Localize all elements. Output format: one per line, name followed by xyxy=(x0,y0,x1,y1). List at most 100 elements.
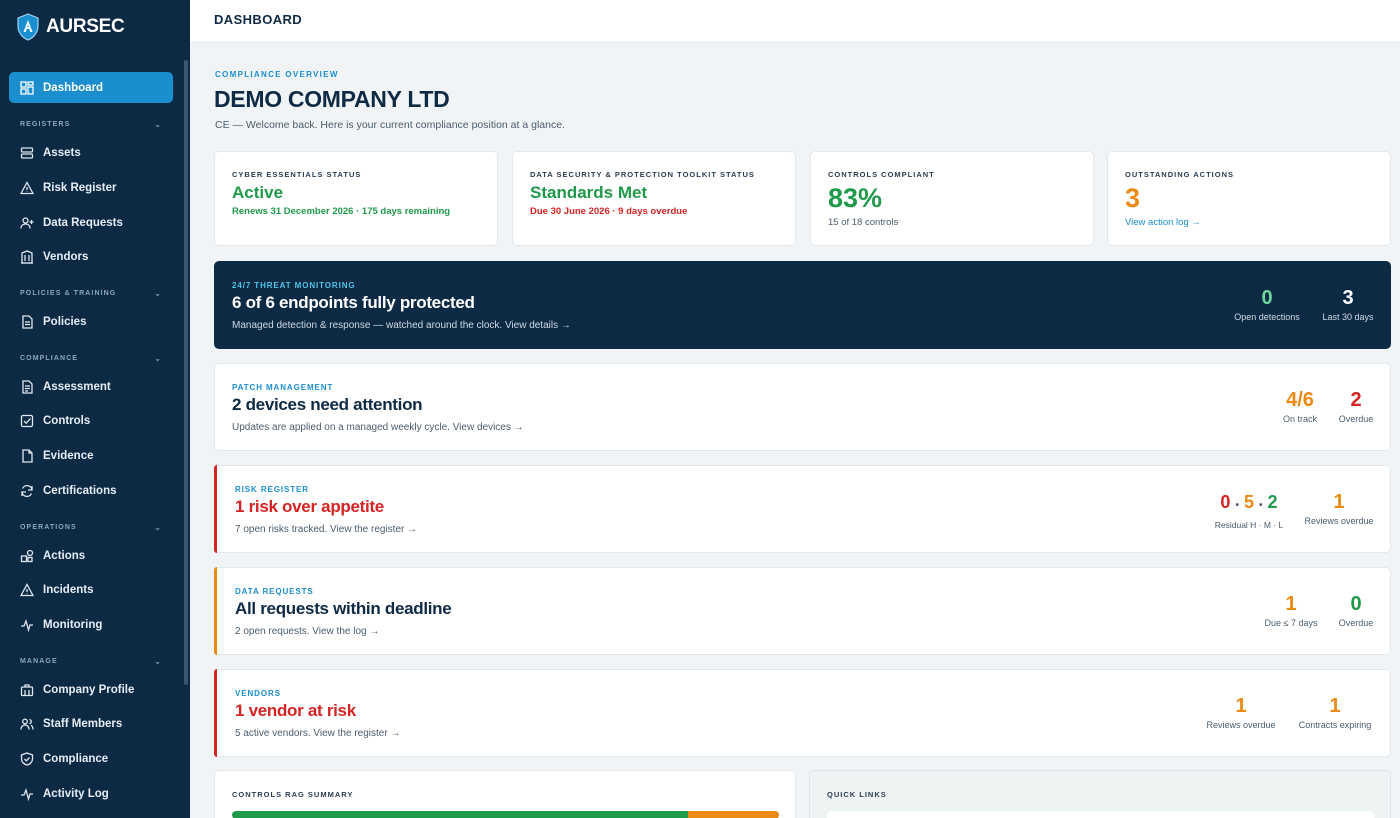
card-label: DATA SECURITY & PROTECTION TOOLKIT STATU… xyxy=(530,170,755,179)
stat-reviews-overdue: 1 Reviews overdue xyxy=(1301,491,1377,526)
sidebar-item-risk-register[interactable]: Risk Register xyxy=(9,172,173,203)
section-policies[interactable]: POLICIES & TRAINING ⌄ xyxy=(20,289,162,298)
threat-monitoring-panel[interactable]: 24/7 THREAT MONITORING 6 of 6 endpoints … xyxy=(214,261,1391,349)
accent-bar xyxy=(214,567,217,655)
view-register-link[interactable]: 5 active vendors. View the register → xyxy=(235,728,400,739)
panel-title: 6 of 6 endpoints fully protected xyxy=(232,293,475,312)
sidebar-item-certifications[interactable]: Certifications xyxy=(9,475,173,506)
welcome-text: CE — Welcome back. Here is your current … xyxy=(215,119,565,131)
sidebar-item-assets[interactable]: Assets xyxy=(9,137,173,168)
accent-bar xyxy=(214,669,217,757)
sidebar-item-policies[interactable]: Policies xyxy=(9,306,173,337)
stat-last-30-days: 3 Last 30 days xyxy=(1317,287,1379,322)
sidebar-item-incidents[interactable]: Incidents xyxy=(9,574,173,605)
card-dspt[interactable]: DATA SECURITY & PROTECTION TOOLKIT STATU… xyxy=(512,151,796,246)
card-controls-compliant[interactable]: CONTROLS COMPLIANT 83% 15 of 18 controls xyxy=(810,151,1094,246)
section-operations[interactable]: OPERATIONS ⌄ xyxy=(20,523,162,532)
sidebar-item-company-profile[interactable]: Company Profile xyxy=(9,674,173,705)
overview-eyebrow: COMPLIANCE OVERVIEW xyxy=(215,70,339,79)
sidebar-item-staff-members[interactable]: Staff Members xyxy=(9,708,173,739)
card-cyber-essentials[interactable]: CYBER ESSENTIALS STATUS Active Renews 31… xyxy=(214,151,498,246)
chevron-down-icon: ⌄ xyxy=(154,289,162,298)
sidebar-item-label: Controls xyxy=(43,414,91,427)
sidebar-item-monitoring[interactable]: Monitoring xyxy=(9,609,173,640)
panel-eyebrow: DATA REQUESTS xyxy=(235,587,314,596)
view-register-link[interactable]: 7 open risks tracked. View the register … xyxy=(235,524,417,535)
sidebar-item-activity-log[interactable]: Activity Log xyxy=(9,778,173,809)
sidebar-scrollbar[interactable] xyxy=(184,60,188,685)
controls-rag-summary-card: CONTROLS RAG SUMMARY xyxy=(214,770,796,818)
sidebar-item-controls[interactable]: Controls xyxy=(9,405,173,436)
briefcase-icon xyxy=(20,683,34,696)
stat-overdue: 2 Overdue xyxy=(1335,389,1377,424)
brand-name: AURSEC xyxy=(46,16,125,37)
pulse-icon xyxy=(21,618,33,632)
warning-icon xyxy=(20,582,34,596)
stat-label: Residual H · M · L xyxy=(1214,520,1284,530)
vendors-panel[interactable]: VENDORS 1 vendor at risk 5 active vendor… xyxy=(214,669,1391,757)
sidebar-item-label: Activity Log xyxy=(43,787,109,800)
stat-label: Due ≤ 7 days xyxy=(1264,618,1318,628)
stat-label: On track xyxy=(1282,414,1317,424)
sidebar-item-label: Evidence xyxy=(43,449,94,462)
user-plus-icon xyxy=(20,216,34,229)
accent-bar xyxy=(214,465,217,553)
residual-low: 2 xyxy=(1267,492,1278,512)
sidebar-item-compliance[interactable]: Compliance xyxy=(9,743,173,774)
sidebar-item-vendors[interactable]: Vendors xyxy=(9,241,173,272)
stat-value: 4/6 xyxy=(1286,389,1314,411)
stat-open-detections: 0 Open detections xyxy=(1231,287,1303,322)
stat-value: 2 xyxy=(1350,389,1362,411)
data-requests-panel[interactable]: DATA REQUESTS All requests within deadli… xyxy=(214,567,1391,655)
section-label: REGISTERS xyxy=(20,121,71,128)
view-action-log-link[interactable]: View action log → xyxy=(1125,217,1201,228)
risk-register-panel[interactable]: RISK REGISTER 1 risk over appetite 7 ope… xyxy=(214,465,1391,553)
card-label: CONTROLS COMPLIANT xyxy=(828,170,935,179)
sidebar-item-label: Assets xyxy=(43,146,81,159)
sidebar-item-label: Compliance xyxy=(43,752,109,765)
card-sub: Renews 31 December 2026 · 175 days remai… xyxy=(232,206,451,217)
sidebar-item-assessment[interactable]: Assessment xyxy=(9,371,173,402)
separator-dot: • xyxy=(1259,500,1263,511)
sidebar-item-data-requests[interactable]: Data Requests xyxy=(9,207,173,238)
sidebar-item-label: Dashboard xyxy=(43,81,104,94)
stat-value: 0 xyxy=(1350,593,1362,615)
stat-label: Overdue xyxy=(1338,414,1374,424)
card-outstanding-actions[interactable]: OUTSTANDING ACTIONS 3 View action log → xyxy=(1107,151,1391,246)
sidebar-item-label: Monitoring xyxy=(43,618,103,631)
section-manage[interactable]: MANAGE ⌄ xyxy=(20,657,162,666)
brand[interactable]: AURSEC xyxy=(16,12,125,42)
refresh-icon xyxy=(21,484,33,497)
panel-title: 2 devices need attention xyxy=(232,395,423,414)
document-list-icon xyxy=(22,379,33,394)
panel-eyebrow: RISK REGISTER xyxy=(235,485,309,494)
sidebar-item-label: Certifications xyxy=(43,484,117,497)
stat-label: Open detections xyxy=(1234,312,1300,322)
sidebar-item-evidence[interactable]: Evidence xyxy=(9,440,173,471)
panel-eyebrow: 24/7 THREAT MONITORING xyxy=(232,281,356,290)
sidebar-item-label: Vendors xyxy=(43,250,89,263)
stat-label: Last 30 days xyxy=(1322,312,1374,322)
sidebar-item-label: Staff Members xyxy=(43,717,123,730)
card-label: QUICK LINKS xyxy=(827,790,887,799)
view-log-link[interactable]: 2 open requests. View the log → xyxy=(235,626,379,637)
patch-management-panel[interactable]: PATCH MANAGEMENT 2 devices need attentio… xyxy=(214,363,1391,451)
view-details-link[interactable]: Managed detection & response — watched a… xyxy=(232,320,571,331)
panel-eyebrow: VENDORS xyxy=(235,689,281,698)
rag-segment-amber xyxy=(687,811,779,818)
quick-link-item[interactable] xyxy=(827,811,1374,818)
chevron-down-icon: ⌄ xyxy=(154,523,162,532)
company-name: DEMO COMPANY LTD xyxy=(214,86,450,112)
sidebar-item-dashboard[interactable]: Dashboard xyxy=(9,72,173,103)
card-value: 3 xyxy=(1125,183,1141,213)
card-value: Active xyxy=(232,183,284,202)
stat-label: Reviews overdue xyxy=(1304,516,1374,526)
sidebar-item-actions[interactable]: Actions xyxy=(9,540,173,571)
stat-value: 1 xyxy=(1329,695,1341,717)
shield-logo-icon xyxy=(17,13,39,41)
view-devices-link[interactable]: Updates are applied on a managed weekly … xyxy=(232,422,524,433)
topbar: DASHBOARD xyxy=(190,0,1400,43)
section-compliance[interactable]: COMPLIANCE ⌄ xyxy=(20,354,162,363)
rag-progress-bar xyxy=(232,811,779,818)
section-registers[interactable]: REGISTERS ⌄ xyxy=(20,120,162,129)
